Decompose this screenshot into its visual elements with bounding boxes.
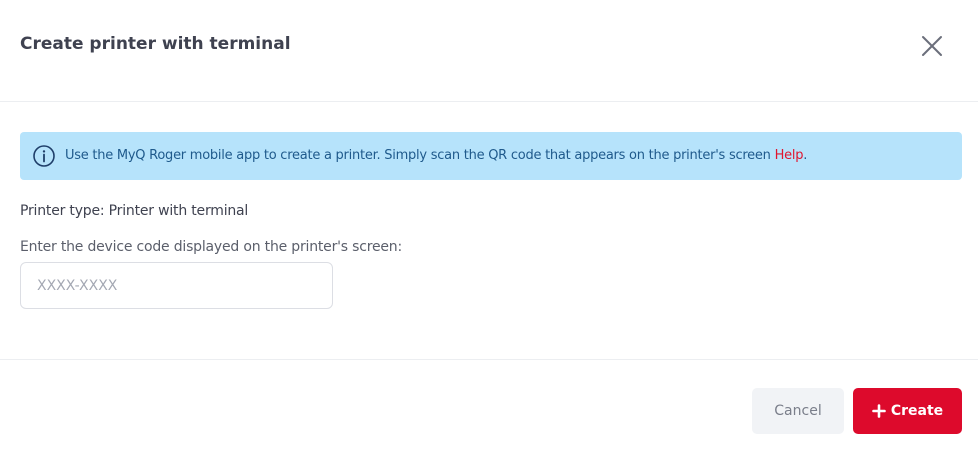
close-icon — [916, 30, 948, 62]
dialog-body: Use the MyQ Roger mobile app to create a… — [0, 102, 978, 359]
dialog-footer: Cancel Create — [0, 359, 978, 451]
help-link[interactable]: Help — [775, 148, 804, 163]
create-button-label: Create — [890, 403, 944, 419]
dialog-title: Create printer with terminal — [20, 34, 291, 54]
info-alert: Use the MyQ Roger mobile app to create a… — [20, 132, 962, 180]
device-code-input[interactable] — [20, 262, 333, 309]
close-button[interactable] — [916, 30, 948, 62]
printer-type-label: Printer type: Printer with terminal — [20, 203, 249, 219]
device-code-label: Enter the device code displayed on the p… — [20, 239, 402, 255]
info-alert-text: Use the MyQ Roger mobile app to create a… — [65, 132, 807, 180]
info-circle-icon — [32, 144, 56, 168]
info-alert-suffix: . — [803, 148, 808, 163]
cancel-button[interactable]: Cancel — [752, 388, 844, 434]
dialog-header: Create printer with terminal — [0, 0, 978, 102]
info-alert-message: Use the MyQ Roger mobile app to create a… — [65, 148, 775, 163]
plus-icon — [872, 404, 886, 418]
create-button[interactable]: Create — [853, 388, 962, 434]
create-printer-dialog: Create printer with terminal Use the MyQ… — [0, 0, 978, 451]
